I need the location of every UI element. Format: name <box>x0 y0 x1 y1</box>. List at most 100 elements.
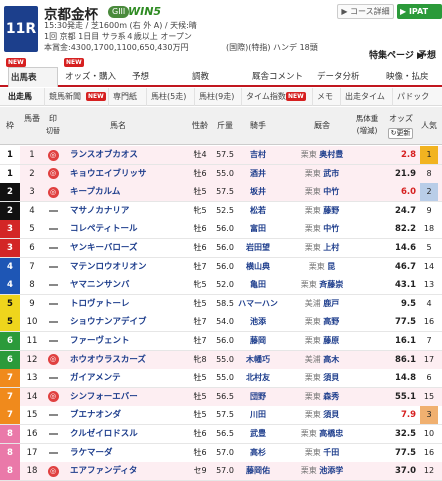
mark-selector[interactable] <box>44 202 62 220</box>
subtab-expert-paper[interactable]: 専門紙 <box>108 88 137 106</box>
mark-selector[interactable]: ◎ <box>44 146 62 164</box>
odds-refresh-button[interactable]: ↻更新 <box>388 128 413 139</box>
horse-name-link[interactable]: ヤンキーバローズ <box>66 239 170 257</box>
mark-selector[interactable] <box>44 313 62 331</box>
horse-name-link[interactable]: エアファンディタ <box>66 462 170 480</box>
trainer-link[interactable]: 池添学 <box>319 466 343 475</box>
subtab-start-time[interactable]: 出走タイム <box>340 88 385 106</box>
horse-name-link[interactable]: ショウナンアデイブ <box>66 313 170 331</box>
horse-name-link[interactable]: トロヴァトーレ <box>66 295 170 313</box>
col-mark: 印 <box>49 114 57 123</box>
trainer-cell: 栗東 森秀 <box>290 388 354 406</box>
ipat-button[interactable]: ▶ IPAT <box>397 4 442 19</box>
mark-selector[interactable]: ◎ <box>44 351 62 369</box>
jockey-link[interactable]: ハマーハン <box>238 295 278 313</box>
trainer-link[interactable]: 千田 <box>323 448 339 457</box>
tab-data-analysis[interactable]: データ分析 <box>315 67 373 87</box>
mark-selector[interactable]: ◎ <box>44 462 62 480</box>
subtab-newspaper[interactable]: 競馬新聞 <box>44 88 81 106</box>
mark-selector[interactable] <box>44 220 62 238</box>
mark-dash-icon <box>48 414 58 417</box>
jockey-link[interactable]: 横山典 <box>238 258 278 276</box>
jockey-link[interactable]: 藤岡佑 <box>238 462 278 480</box>
col-mark-switch[interactable]: 切替 <box>44 126 62 136</box>
trainer-link[interactable]: 武市 <box>323 169 339 178</box>
horse-name-link[interactable]: ガイアメンテ <box>66 369 170 387</box>
tab-stable-comments[interactable]: 厩舎コメント <box>250 67 314 87</box>
jockey-link[interactable]: 岩田望 <box>238 239 278 257</box>
jockey-link[interactable]: 武豊 <box>238 425 278 443</box>
mark-selector[interactable]: ◎ <box>44 165 62 183</box>
mark-selector[interactable] <box>44 425 62 443</box>
carried-weight: 56.0 <box>216 261 234 271</box>
horse-name-link[interactable]: ブエナオンダ <box>66 406 170 424</box>
mark-selector[interactable] <box>44 239 62 257</box>
trainer-link[interactable]: 須貝 <box>323 373 339 382</box>
horse-name-link[interactable]: コレペティトール <box>66 220 170 238</box>
trainer-link[interactable]: 中竹 <box>323 187 339 196</box>
jockey-link[interactable]: 酒井 <box>238 165 278 183</box>
jockey-link[interactable]: 北村友 <box>238 369 278 387</box>
jockey-link[interactable]: 亀田 <box>238 276 278 294</box>
mark-selector[interactable] <box>44 295 62 313</box>
mark-selector[interactable]: ◎ <box>44 183 62 201</box>
horse-name-link[interactable]: キープカルム <box>66 183 170 201</box>
jockey-link[interactable]: 坂井 <box>238 183 278 201</box>
mark-selector[interactable] <box>44 258 62 276</box>
subtab-memo[interactable]: メモ <box>312 88 333 106</box>
trainer-link[interactable]: 高木 <box>323 355 339 364</box>
course-detail-button[interactable]: ▶ コース詳細 <box>337 4 394 19</box>
trainer-link[interactable]: 上村 <box>323 243 339 252</box>
trainer-link[interactable]: 中竹 <box>323 224 339 233</box>
mark-selector[interactable]: ◎ <box>44 388 62 406</box>
mark-selector[interactable] <box>44 276 62 294</box>
jockey-link[interactable]: 池添 <box>238 313 278 331</box>
tab-training[interactable]: 調教 <box>190 67 236 87</box>
preview-link[interactable]: 予想 <box>418 48 436 61</box>
horse-name-link[interactable]: ヤマニンサンバ <box>66 276 170 294</box>
odds-value: 37.0 <box>395 466 416 477</box>
jockey-link[interactable]: 富田 <box>238 220 278 238</box>
mark-selector[interactable] <box>44 332 62 350</box>
tab-video-payout[interactable]: 映像・払戻 <box>384 67 442 87</box>
mark-selector[interactable] <box>44 444 62 462</box>
jockey-link[interactable]: 団野 <box>238 388 278 406</box>
jockey-link[interactable]: 藤岡 <box>238 332 278 350</box>
feature-page-link[interactable]: 特集ページ ▶ <box>369 48 424 61</box>
horse-name-link[interactable]: マサノカナリア <box>66 202 170 220</box>
horse-name-link[interactable]: ホウオウラスカーズ <box>66 351 170 369</box>
trainer-link[interactable]: 斉藤崇 <box>319 280 343 289</box>
trainer-link[interactable]: 高野 <box>323 317 339 326</box>
subtab-past9[interactable]: 馬柱(9走) <box>194 88 234 106</box>
subtab-entries[interactable]: 出走馬 <box>4 88 32 106</box>
trainer-link[interactable]: 鹿戸 <box>323 299 339 308</box>
horse-name-link[interactable]: シンフォーエバー <box>66 388 170 406</box>
jockey-link[interactable]: 松若 <box>238 202 278 220</box>
trainer-link[interactable]: 須貝 <box>323 410 339 419</box>
trainer-link[interactable]: 奥村豊 <box>319 150 343 159</box>
horse-name-link[interactable]: マテンロウオリオン <box>66 258 170 276</box>
table-row: 3 6 ヤンキーバローズ 牡6 56.0 岩田望 栗東 上村 14.6 5 <box>0 239 442 258</box>
subtab-time-index[interactable]: タイム指数 <box>241 88 286 106</box>
trainer-link[interactable]: 藤原 <box>323 336 339 345</box>
trainer-link[interactable]: 高橋忠 <box>319 429 343 438</box>
trainer-link[interactable]: 藤野 <box>323 206 339 215</box>
horse-name-link[interactable]: クルゼイロドスル <box>66 425 170 443</box>
jockey-link[interactable]: 川田 <box>238 406 278 424</box>
horse-name-link[interactable]: キョウエイブリッサ <box>66 165 170 183</box>
tab-odds[interactable]: オッズ・購入 <box>63 67 127 87</box>
mark-selector[interactable] <box>44 406 62 424</box>
subtab-paddock[interactable]: パドック <box>392 88 429 106</box>
subtab-past5[interactable]: 馬柱(5走) <box>146 88 186 106</box>
tab-entries[interactable]: 出馬表 <box>8 67 58 87</box>
jockey-link[interactable]: 吉村 <box>238 146 278 164</box>
horse-name-link[interactable]: ラケマーダ <box>66 444 170 462</box>
jockey-link[interactable]: 木幡巧 <box>238 351 278 369</box>
horse-name-link[interactable]: ファーヴェント <box>66 332 170 350</box>
trainer-link[interactable]: 森秀 <box>323 392 339 401</box>
tab-prediction[interactable]: 予想 <box>130 67 176 87</box>
trainer-link[interactable]: 昆 <box>327 262 335 271</box>
jockey-link[interactable]: 高杉 <box>238 444 278 462</box>
mark-selector[interactable] <box>44 369 62 387</box>
horse-name-link[interactable]: ランスオブカオス <box>66 146 170 164</box>
